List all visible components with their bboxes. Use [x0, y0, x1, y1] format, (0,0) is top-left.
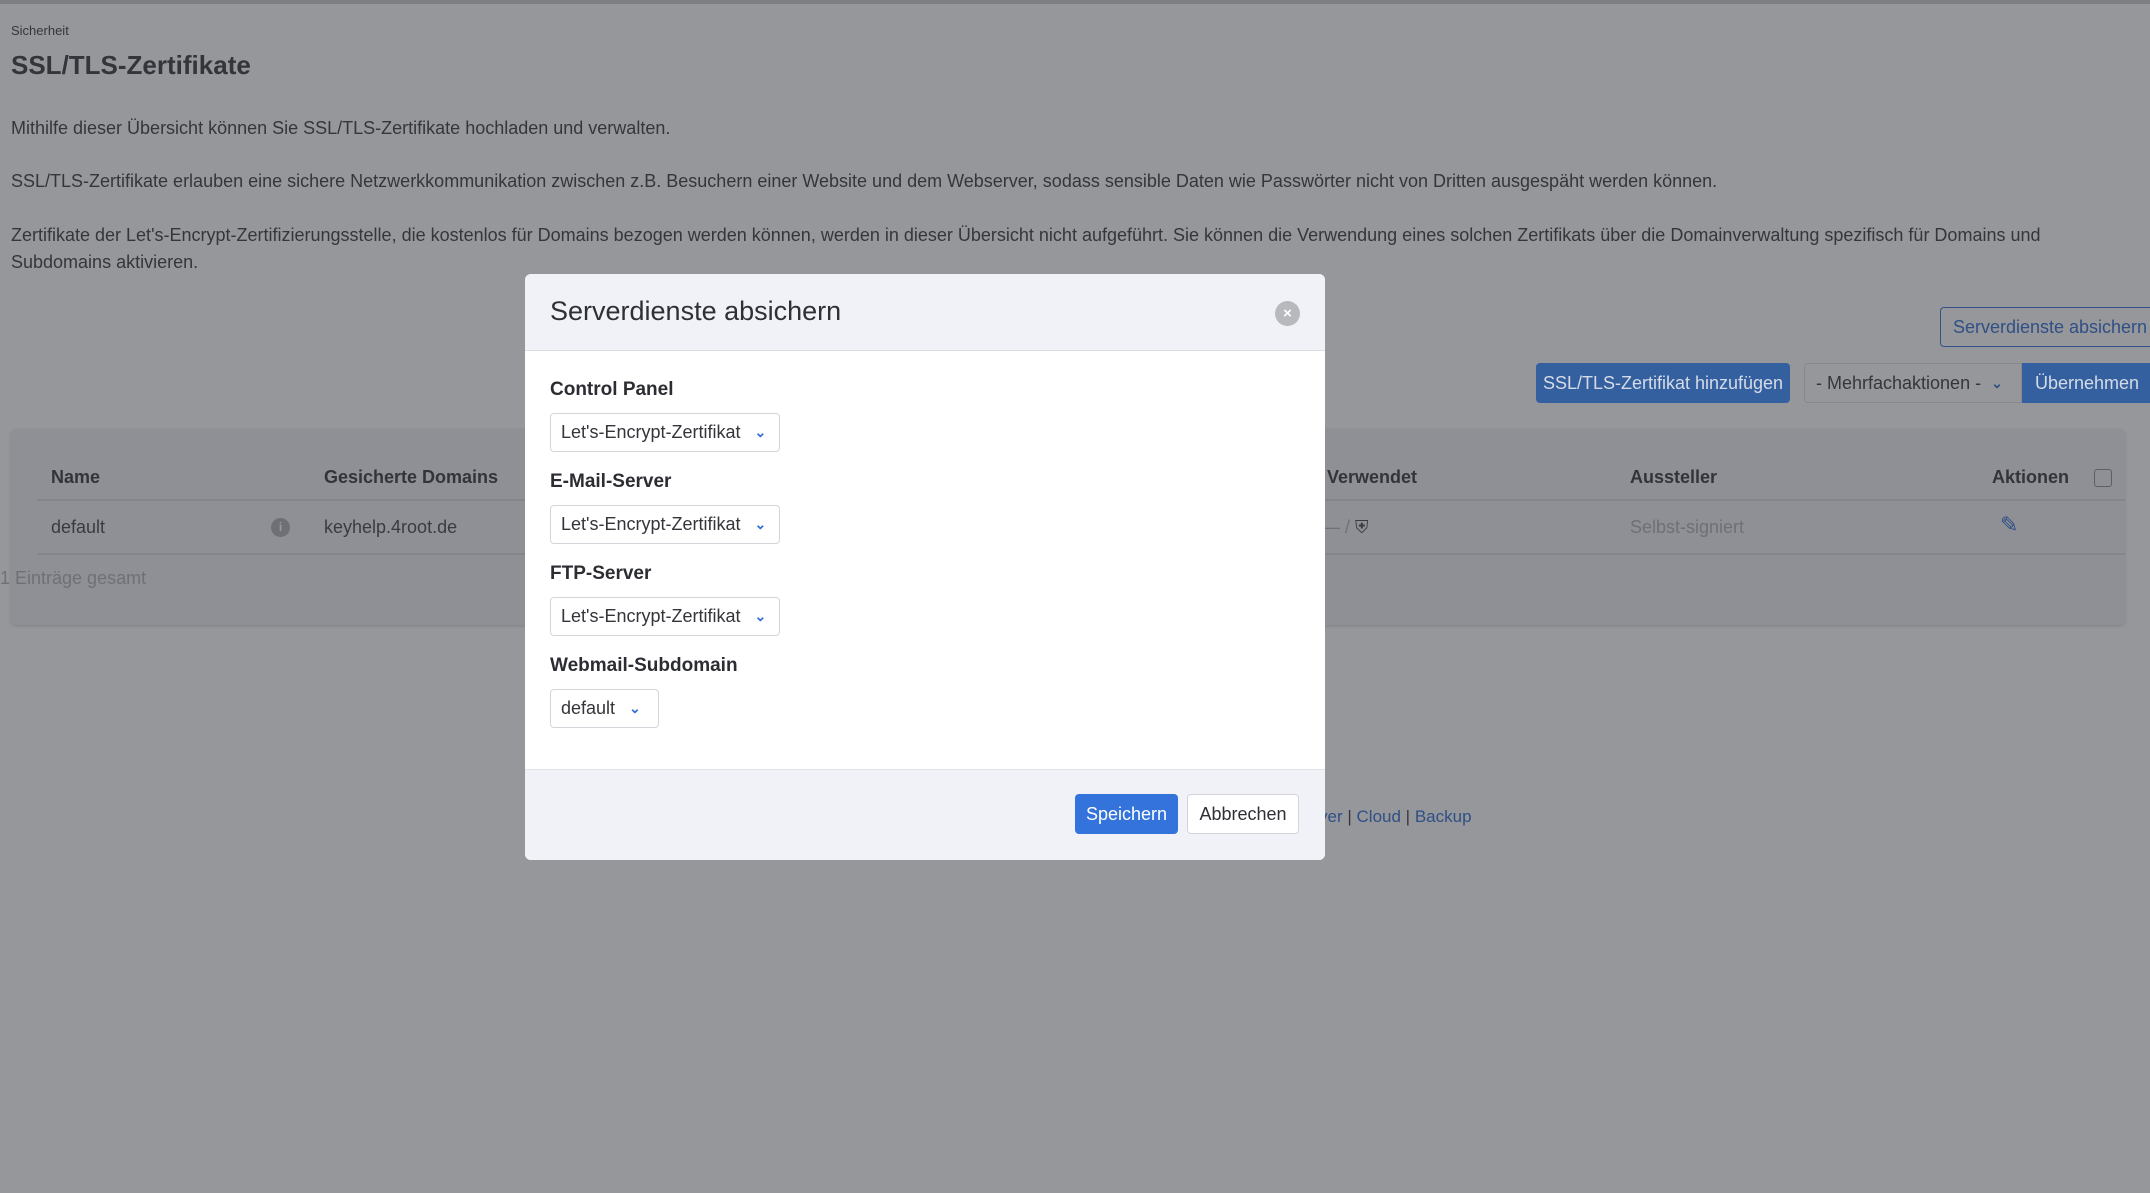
- top-bar: [0, 0, 2150, 4]
- info-icon[interactable]: i: [271, 518, 290, 537]
- close-icon[interactable]: ×: [1275, 301, 1300, 326]
- chevron-down-icon: ⌄: [754, 516, 767, 532]
- chevron-down-icon: ⌄: [1991, 374, 2003, 391]
- bulk-actions-label: - Mehrfachaktionen -: [1816, 372, 1982, 393]
- select-all-checkbox[interactable]: [2094, 469, 2112, 487]
- cancel-button[interactable]: Abbrechen: [1187, 794, 1299, 834]
- footer-links: ver | Cloud | Backup: [1319, 807, 1472, 827]
- chevron-down-icon: ⌄: [754, 608, 767, 624]
- column-header-domains: Gesicherte Domains: [324, 467, 499, 487]
- dialog-title: Serverdienste absichern: [550, 296, 842, 326]
- row-name: default: [51, 517, 106, 537]
- edit-pencil-icon[interactable]: ✎: [2000, 512, 2018, 538]
- breadcrumb: Sicherheit: [11, 23, 69, 38]
- email-server-select[interactable]: Let's-Encrypt-Zertifikat ⌄: [550, 505, 780, 544]
- ftp-server-label: FTP-Server: [550, 563, 652, 584]
- letsencrypt-note: Zertifikate der Let's-Encrypt-Zertifizie…: [11, 225, 2041, 272]
- webmail-subdomain-select[interactable]: default ⌄: [550, 689, 659, 728]
- row-issuer: Selbst-signiert: [1630, 517, 1745, 537]
- select-value: Let's-Encrypt-Zertifikat: [561, 422, 741, 442]
- add-certificate-button[interactable]: SSL/TLS-Zertifikat hinzufügen: [1536, 363, 1790, 403]
- shield-icon: ⛨: [1355, 517, 1369, 537]
- column-header-name: Name: [51, 467, 101, 487]
- select-value: Let's-Encrypt-Zertifikat: [561, 514, 741, 534]
- row-used-text: — /: [1322, 517, 1351, 537]
- save-button[interactable]: Speichern: [1075, 794, 1178, 834]
- column-header-used: Verwendet: [1327, 467, 1418, 487]
- row-domains: keyhelp.4root.de: [324, 517, 458, 537]
- secure-services-button[interactable]: Serverdienste absichern: [1940, 307, 2150, 347]
- apply-button[interactable]: Übernehmen: [2022, 363, 2150, 403]
- separator: |: [1347, 807, 1352, 826]
- bulk-actions-select[interactable]: - Mehrfachaktionen - ⌄: [1804, 363, 2022, 403]
- select-value: default: [561, 698, 616, 718]
- chevron-down-icon: ⌄: [629, 700, 641, 716]
- separator: |: [1405, 807, 1411, 826]
- control-panel-select[interactable]: Let's-Encrypt-Zertifikat ⌄: [550, 413, 780, 452]
- select-value: Let's-Encrypt-Zertifikat: [561, 606, 741, 626]
- email-server-label: E-Mail-Server: [550, 471, 672, 492]
- footer-link-backup[interactable]: Backup: [1415, 807, 1472, 826]
- webmail-subdomain-label: Webmail-Subdomain: [550, 655, 738, 676]
- footer-link-cloud[interactable]: Cloud: [1357, 807, 1401, 826]
- column-header-actions: Aktionen: [1992, 467, 2070, 487]
- intro-text: Mithilfe dieser Übersicht können Sie SSL…: [11, 118, 671, 138]
- row-used: — / ⛨: [1322, 517, 1369, 538]
- secure-services-dialog: Serverdienste absichern × Control Panel …: [525, 274, 1325, 860]
- dialog-header: Serverdienste absichern ×: [525, 274, 1325, 351]
- control-panel-label: Control Panel: [550, 379, 674, 400]
- ftp-server-select[interactable]: Let's-Encrypt-Zertifikat ⌄: [550, 597, 780, 636]
- description-text: SSL/TLS-Zertifikate erlauben eine sicher…: [11, 171, 1718, 191]
- chevron-down-icon: ⌄: [754, 424, 767, 440]
- column-header-issuer: Aussteller: [1630, 467, 1718, 487]
- page-title: SSL/TLS-Zertifikate: [11, 50, 251, 80]
- total-entries: 1 Einträge gesamt: [0, 568, 147, 588]
